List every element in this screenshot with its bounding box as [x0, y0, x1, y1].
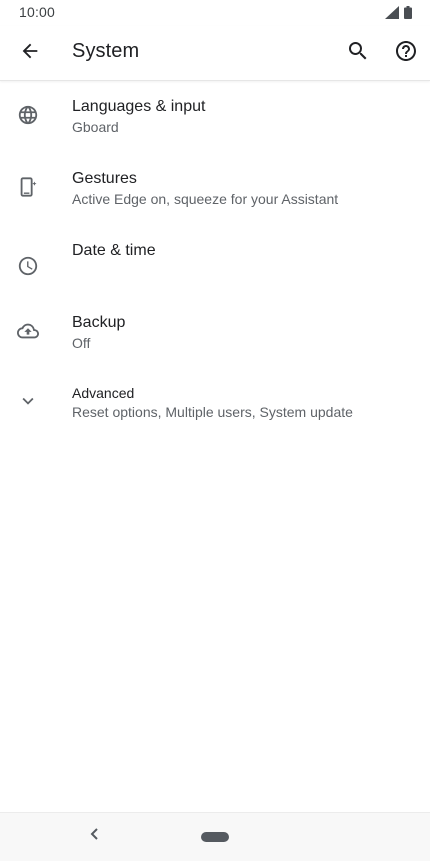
setting-title: Date & time	[72, 242, 156, 259]
setting-title: Backup	[72, 314, 126, 331]
status-time: 10:00	[19, 4, 56, 20]
settings-item-backup[interactable]: Backup Off	[0, 297, 430, 369]
battery-icon	[404, 6, 412, 24]
setting-title: Advanced	[72, 385, 135, 401]
help-button[interactable]	[388, 35, 424, 71]
search-button[interactable]	[340, 35, 376, 71]
chevron-down-icon	[16, 389, 40, 413]
setting-summary: Active Edge on, squeeze for your Assista…	[72, 191, 339, 207]
status-bar: 10:00	[0, 0, 430, 26]
nav-back-button[interactable]	[84, 825, 106, 847]
settings-item-date-time[interactable]: Date & time	[0, 225, 430, 297]
phone-gesture-icon	[16, 175, 40, 199]
setting-summary: Off	[72, 335, 91, 351]
settings-item-advanced[interactable]: Advanced Reset options, Multiple users, …	[0, 369, 430, 441]
globe-icon	[16, 103, 40, 127]
cloud-upload-icon	[16, 319, 40, 343]
page-title: System	[72, 40, 140, 62]
signal-icon	[385, 6, 399, 24]
navigation-bar	[0, 812, 430, 861]
settings-item-gestures[interactable]: Gestures Active Edge on, squeeze for you…	[0, 153, 430, 225]
settings-list: Languages & input Gboard Gestures Active…	[0, 81, 430, 441]
status-icons	[385, 6, 412, 24]
nav-home-pill[interactable]	[201, 832, 229, 842]
settings-item-languages-input[interactable]: Languages & input Gboard	[0, 81, 430, 153]
search-icon	[346, 39, 370, 68]
setting-summary: Reset options, Multiple users, System up…	[72, 404, 353, 420]
setting-summary: Gboard	[72, 119, 119, 135]
clock-icon	[16, 254, 40, 278]
setting-title: Languages & input	[72, 98, 206, 115]
app-bar: System	[0, 26, 430, 81]
help-icon	[394, 39, 418, 68]
chevron-left-icon	[88, 827, 102, 846]
back-button[interactable]	[12, 35, 48, 71]
arrow-back-icon	[19, 40, 41, 67]
setting-title: Gestures	[72, 170, 137, 187]
